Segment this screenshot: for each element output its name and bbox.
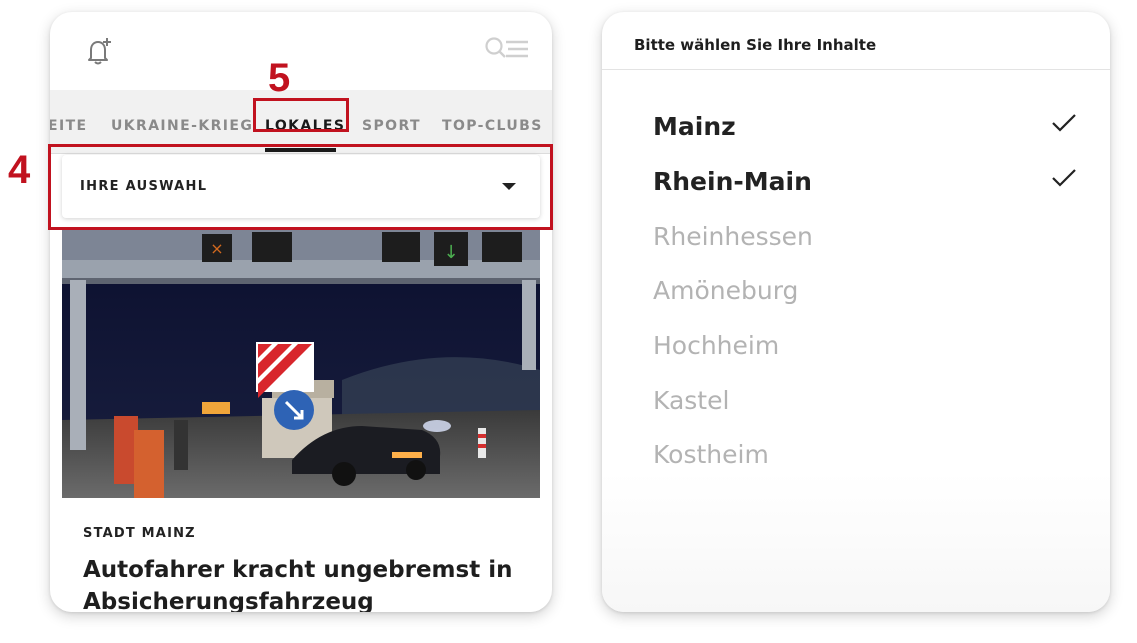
tab-ukraine-krieg[interactable]: UKRAINE-KRIEG [111, 118, 253, 134]
option-hochheim[interactable]: Hochheim [653, 331, 779, 360]
annotation-box-dropdown [48, 144, 553, 230]
article-headline[interactable]: Autofahrer kracht ungebremst in Absicher… [83, 554, 523, 612]
svg-text:↓: ↓ [443, 242, 458, 263]
search-menu-icon[interactable] [484, 36, 530, 64]
panel-title: Bitte wählen Sie Ihre Inhalte [634, 36, 877, 54]
tab-sport[interactable]: SPORT [362, 118, 421, 134]
annotation-box-tabs [253, 98, 349, 132]
option-kastel[interactable]: Kastel [653, 386, 729, 415]
tab-startseite[interactable]: EITE [50, 118, 88, 134]
tab-top-clubs[interactable]: TOP-CLUBS [442, 118, 543, 134]
option-rhein-main[interactable]: Rhein-Main [653, 167, 812, 196]
checkmark-icon [1052, 114, 1076, 132]
article-section-label: STADT MAINZ [83, 526, 196, 541]
option-rheinhessen[interactable]: Rheinhessen [653, 222, 813, 251]
panel-footer-fade [602, 472, 1110, 612]
bell-plus-icon[interactable] [82, 34, 116, 68]
option-kostheim[interactable]: Kostheim [653, 440, 769, 469]
content-selection-panel: Bitte wählen Sie Ihre Inhalte Mainz Rhei… [602, 12, 1110, 612]
option-amoeneburg[interactable]: Amöneburg [653, 276, 798, 305]
option-mainz[interactable]: Mainz [653, 112, 736, 141]
svg-text:×: × [210, 239, 223, 258]
annotation-number-4: 4 [8, 148, 31, 192]
panel-header: Bitte wählen Sie Ihre Inhalte [602, 12, 1110, 70]
checkmark-icon [1052, 169, 1076, 187]
annotation-number-5: 5 [268, 56, 291, 100]
article-image[interactable]: × ↓ [62, 230, 540, 498]
